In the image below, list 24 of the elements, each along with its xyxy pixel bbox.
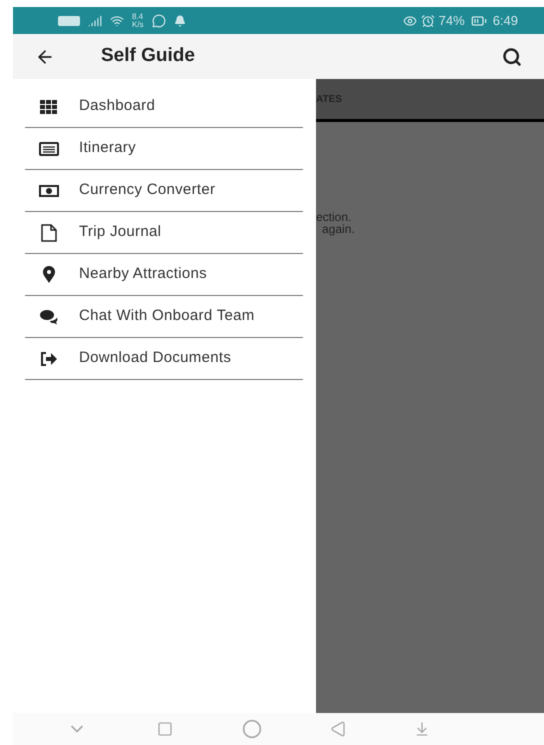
drawer-item[interactable]: Currency Converter	[25, 170, 303, 212]
app-title: Self Guide	[101, 44, 195, 68]
bell-icon	[174, 14, 186, 26]
drawer-item[interactable]: Download Documents	[25, 338, 303, 380]
drawer-item[interactable]: Itinerary	[25, 128, 303, 170]
drawer-item[interactable]: Chat With Onboard Team	[25, 296, 303, 338]
eye-icon	[402, 14, 417, 28]
home-icon[interactable]	[242, 719, 262, 739]
drawer-item[interactable]: Dashboard	[25, 86, 303, 128]
page-icon	[39, 222, 59, 242]
alarm-icon	[420, 14, 435, 28]
network-speed: 8.4	[132, 12, 144, 20]
message-text: ection.	[316, 211, 352, 223]
message-icon	[152, 14, 166, 28]
signal-icon	[88, 14, 102, 28]
search-icon	[502, 46, 522, 66]
battery-percent: 74%	[438, 12, 465, 30]
clock-time: 6:49	[492, 12, 518, 30]
message-text: again.	[321, 223, 356, 235]
wifi-icon	[110, 14, 124, 28]
drawer-item[interactable]: Nearby Attractions	[25, 254, 303, 296]
speed-unit: K/s	[132, 20, 144, 28]
drawer-item[interactable]: Trip Journal	[25, 212, 303, 254]
back-icon[interactable]	[330, 721, 346, 737]
